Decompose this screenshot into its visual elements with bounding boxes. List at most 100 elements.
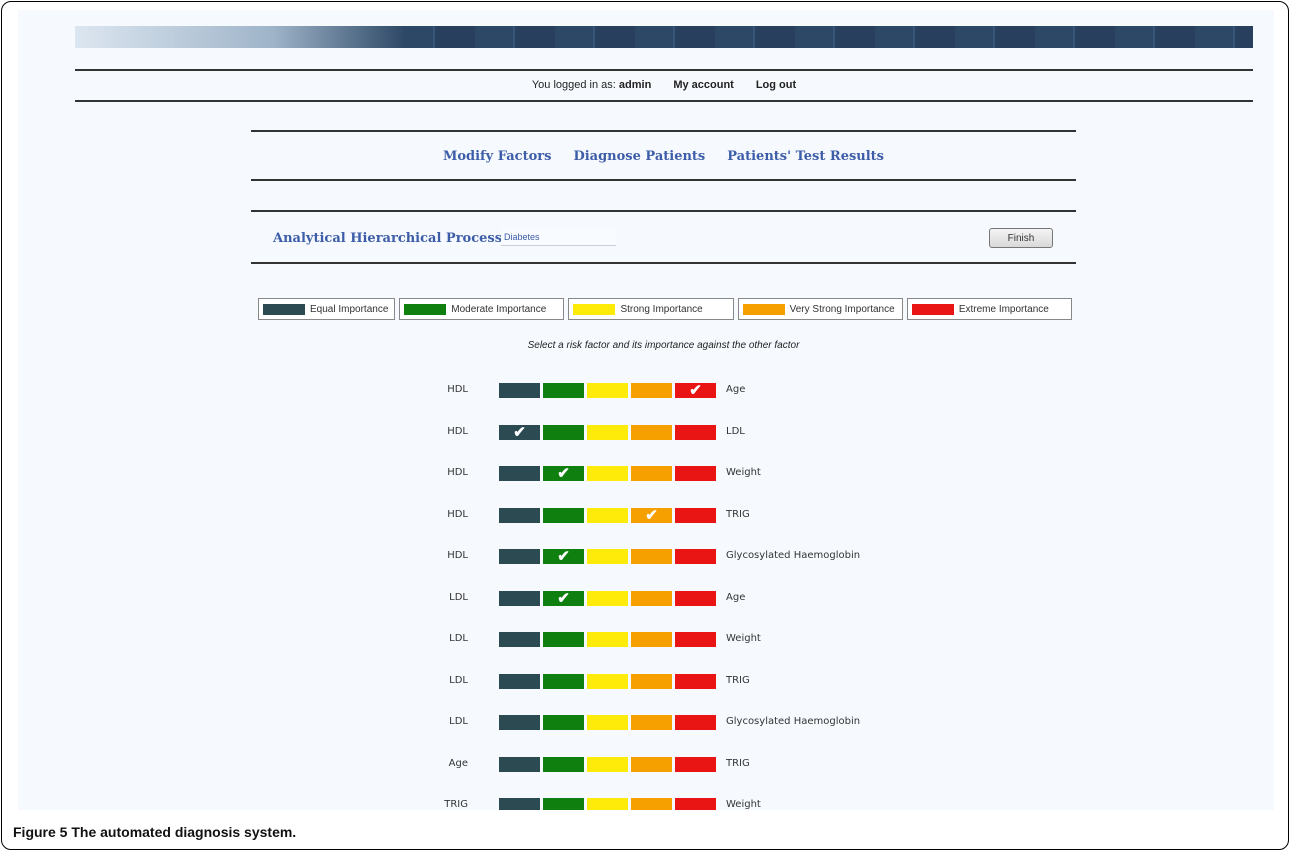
right-factor: Age (726, 384, 746, 395)
right-factor: Glycosylated Haemoglobin (726, 716, 861, 727)
right-factor: Glycosylated Haemoglobin (726, 550, 861, 561)
importance-cell-moderate[interactable] (543, 383, 584, 398)
importance-cell-moderate[interactable]: ✔ (543, 549, 584, 564)
importance-cell-very-strong[interactable] (631, 756, 672, 772)
importance-cell-moderate[interactable] (543, 756, 584, 772)
importance-cell-equal[interactable] (499, 466, 540, 481)
importance-cell-strong[interactable] (587, 632, 628, 647)
importance-cell-equal[interactable] (499, 549, 540, 564)
importance-cell-extreme[interactable] (675, 673, 716, 689)
importance-cell-equal[interactable] (499, 383, 540, 398)
legend-label: Very Strong Importance (789, 303, 895, 315)
importance-cell-equal[interactable] (499, 715, 540, 730)
importance-cell-strong[interactable] (587, 507, 628, 523)
importance-cell-very-strong[interactable] (631, 466, 672, 481)
importance-cell-very-strong[interactable] (631, 715, 672, 730)
importance-cell-strong[interactable] (587, 466, 628, 481)
importance-cell-moderate[interactable] (543, 715, 584, 730)
legend-label: Extreme Importance (958, 303, 1049, 315)
importance-cell-strong[interactable] (587, 549, 628, 564)
my-account-link[interactable]: My account (673, 79, 734, 91)
username: admin (618, 79, 652, 91)
importance-cell-very-strong[interactable] (631, 673, 672, 689)
right-factor: Age (726, 591, 746, 603)
importance-options (499, 673, 716, 689)
importance-cell-moderate[interactable]: ✔ (543, 589, 584, 607)
nav-patients-test-results[interactable]: Patients' Test Results (727, 149, 884, 164)
left-factor: HDL (447, 467, 468, 478)
left-factor: LDL (449, 591, 468, 603)
left-factor: HDL (447, 508, 468, 520)
importance-cell-strong[interactable] (587, 715, 628, 730)
importance-options (499, 798, 716, 810)
importance-cell-very-strong[interactable] (631, 632, 672, 647)
importance-cell-very-strong[interactable] (631, 549, 672, 564)
importance-cell-strong[interactable] (587, 756, 628, 772)
checkmark-icon: ✔ (557, 465, 570, 482)
importance-cell-moderate[interactable] (543, 424, 584, 440)
importance-cell-extreme[interactable] (675, 549, 716, 564)
importance-cell-very-strong[interactable]: ✔ (631, 507, 672, 523)
left-factor: HDL (447, 425, 468, 437)
importance-cell-moderate[interactable] (543, 632, 584, 647)
log-out-link[interactable]: Log out (756, 79, 796, 91)
checkmark-icon: ✔ (557, 589, 570, 607)
ahp-panel: Analytical Hierarchical Process for: Fin… (251, 224, 1076, 254)
legend-swatch (911, 303, 954, 315)
importance-cell-equal[interactable]: ✔ (499, 424, 540, 440)
importance-cell-very-strong[interactable] (631, 424, 672, 440)
importance-cell-equal[interactable] (499, 507, 540, 523)
importance-cell-equal[interactable] (499, 798, 540, 810)
importance-cell-very-strong[interactable] (631, 590, 672, 606)
importance-cell-extreme[interactable] (675, 798, 716, 810)
caption-label: Figure 5 (13, 824, 68, 840)
importance-cell-extreme[interactable] (675, 466, 716, 481)
app-screen: You logged in as: admin My account Log o… (18, 10, 1274, 810)
importance-cell-extreme[interactable] (675, 590, 716, 606)
dna-banner-image (75, 26, 405, 48)
importance-cell-equal[interactable] (499, 673, 540, 689)
importance-cell-equal[interactable] (499, 756, 540, 772)
importance-cell-strong[interactable] (587, 798, 628, 810)
importance-cell-very-strong[interactable] (631, 798, 672, 810)
importance-cell-extreme[interactable] (675, 424, 716, 440)
right-factor: TRIG (726, 674, 750, 686)
right-factor: TRIG (726, 508, 750, 520)
importance-cell-moderate[interactable] (543, 673, 584, 689)
importance-cell-moderate[interactable] (543, 798, 584, 810)
header-banner (75, 26, 1253, 48)
importance-cell-strong[interactable] (587, 673, 628, 689)
left-factor: Age (448, 757, 468, 769)
importance-cell-equal[interactable] (499, 590, 540, 606)
left-factor: TRIG (444, 799, 468, 810)
legend-swatch (263, 303, 305, 315)
importance-cell-extreme[interactable] (675, 715, 716, 730)
importance-options (499, 756, 716, 772)
legend-swatch (404, 303, 447, 315)
left-factor: LDL (449, 674, 468, 686)
importance-cell-very-strong[interactable] (631, 383, 672, 398)
importance-cell-moderate[interactable] (543, 507, 584, 523)
legend-swatch (742, 303, 785, 315)
importance-cell-moderate[interactable]: ✔ (543, 466, 584, 481)
nav-diagnose-patients[interactable]: Diagnose Patients (573, 149, 705, 164)
importance-cell-extreme[interactable] (675, 507, 716, 523)
importance-cell-strong[interactable] (587, 590, 628, 606)
legend-swatch (573, 303, 616, 315)
importance-cell-extreme[interactable] (675, 632, 716, 647)
importance-cell-strong[interactable] (587, 424, 628, 440)
importance-options: ✔ (499, 466, 716, 481)
divider (251, 130, 1076, 132)
importance-cell-extreme[interactable]: ✔ (675, 383, 716, 398)
importance-cell-strong[interactable] (587, 383, 628, 398)
importance-cell-equal[interactable] (499, 632, 540, 647)
left-factor: HDL (447, 550, 468, 561)
nav-modify-factors[interactable]: Modify Factors (443, 149, 551, 164)
legend-item: Strong Importance (568, 298, 734, 320)
finish-button[interactable]: Finish (989, 228, 1053, 248)
importance-options: ✔ (499, 383, 716, 398)
disease-field[interactable] (501, 229, 616, 246)
figure-caption: Figure 5 The automated diagnosis system. (13, 824, 296, 840)
instruction-text: Select a risk factor and its importance … (527, 340, 800, 351)
importance-cell-extreme[interactable] (675, 756, 716, 772)
